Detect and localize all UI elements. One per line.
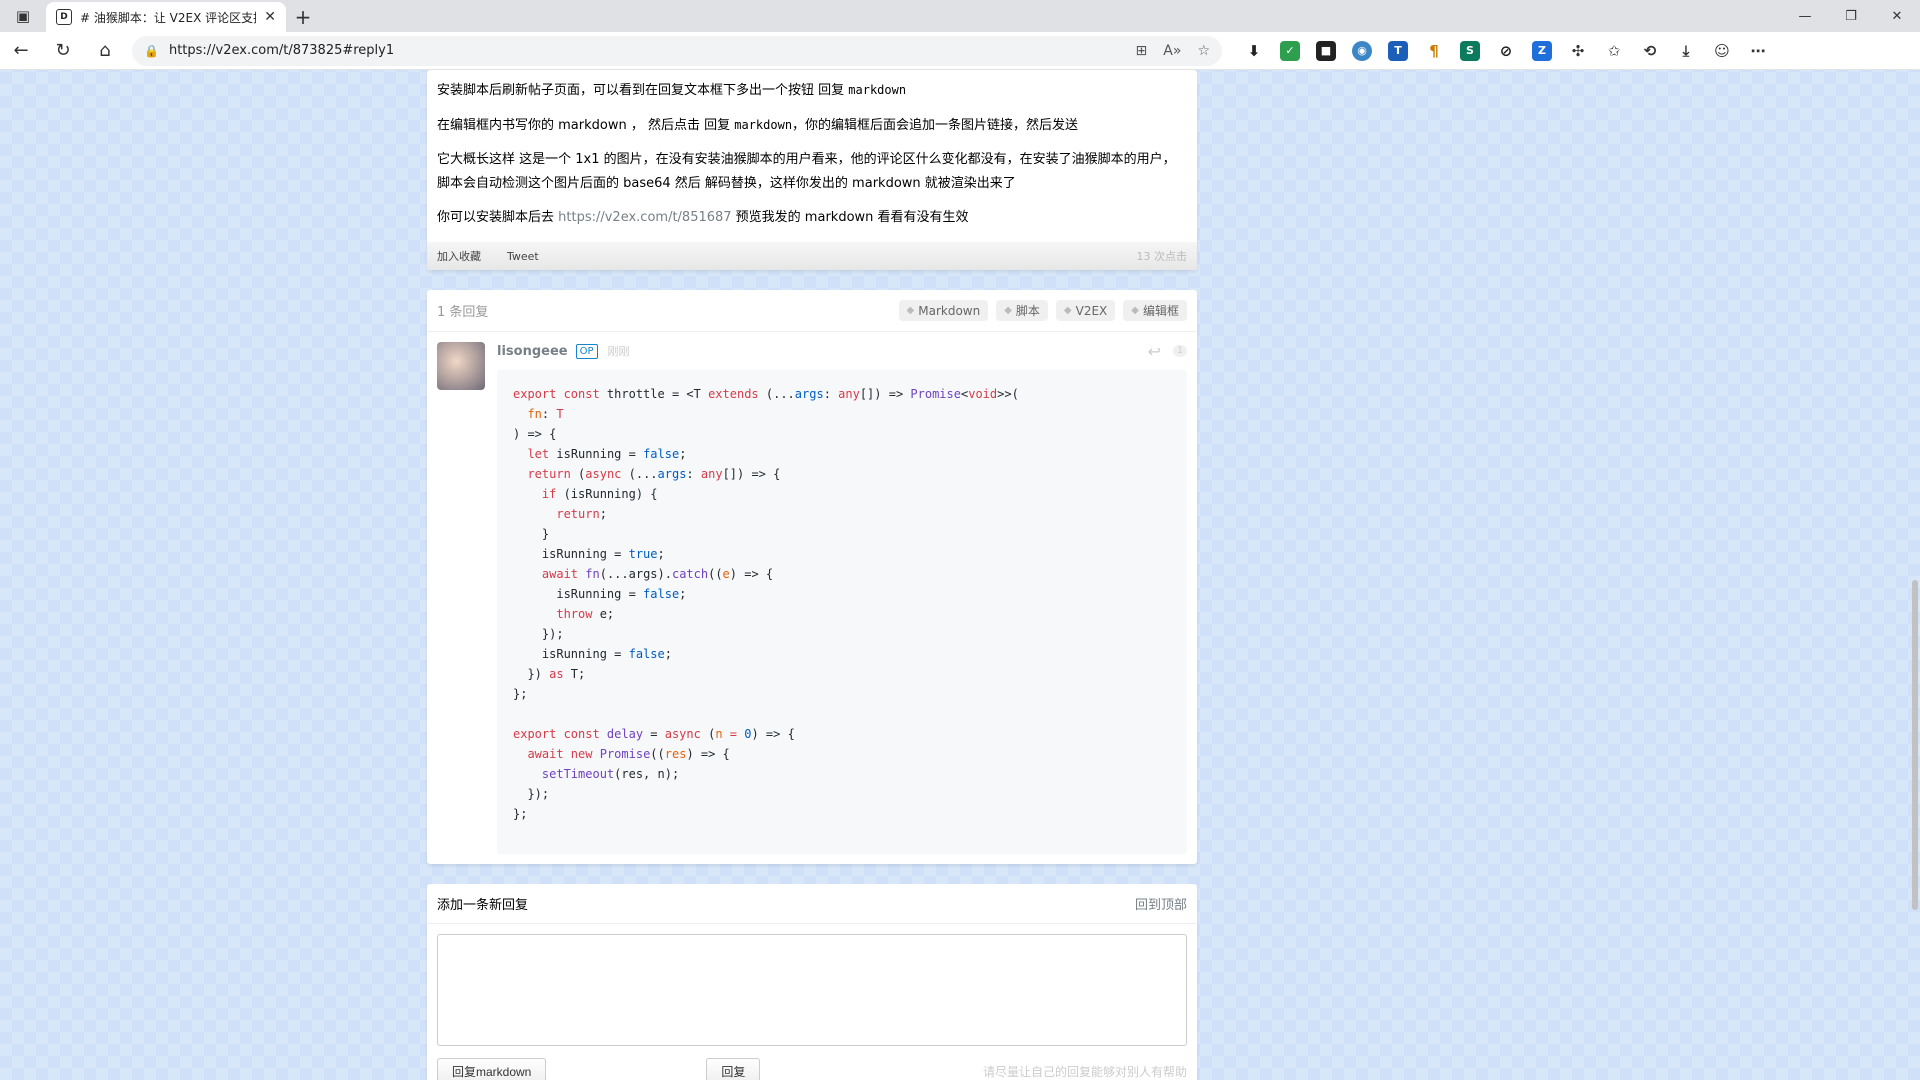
reply-count: 1 条回复 — [437, 305, 489, 320]
history-icon[interactable]: ⟲ — [1640, 41, 1660, 61]
download-arrow-icon[interactable]: ⬇ — [1244, 41, 1264, 61]
tag-label: 编辑框 — [1142, 304, 1179, 318]
tag-icon: ◆ — [1063, 305, 1072, 316]
more-icon[interactable]: ⋯ — [1748, 41, 1768, 61]
download-icon[interactable]: ⤓ — [1676, 41, 1696, 61]
sidebar-icon[interactable]: ▣ — [0, 0, 46, 32]
reply-button[interactable]: 回复 — [706, 1057, 761, 1080]
extension-z-icon[interactable]: Z — [1532, 40, 1552, 61]
tag-label: V2EX — [1075, 303, 1108, 318]
tag-script[interactable]: ◆ 脚本 — [996, 300, 1048, 321]
reply-body: lisongeee OP 刚刚 ↩ 1 export const throttl… — [497, 342, 1187, 854]
tab-title: # 油猴脚本：让 V2EX 评论区支持 — [80, 10, 257, 25]
tag-editor[interactable]: ◆ 编辑框 — [1123, 300, 1187, 321]
lock-icon[interactable]: 🔒 — [144, 44, 159, 58]
reply-meta: lisongeee OP 刚刚 ↩ 1 — [497, 342, 1187, 361]
reply-item: lisongeee OP 刚刚 ↩ 1 export const throttl… — [427, 332, 1197, 864]
reply-hint: 请尽量让自己的回复能够对别人有帮助 — [982, 1064, 1187, 1079]
tag-markdown[interactable]: ◆ Markdown — [898, 300, 989, 321]
tweet-button[interactable]: Tweet — [507, 250, 539, 263]
extension-translate-icon[interactable]: T — [1388, 40, 1408, 61]
topic-paragraph: 在编辑框内书写你的 markdown ， 然后点击 回复 markdown，你的… — [437, 113, 1187, 138]
back-to-top-link[interactable]: 回到顶部 — [1135, 894, 1187, 913]
extension-shield-icon[interactable]: ✓ — [1280, 40, 1300, 61]
minimize-icon[interactable]: — — [1782, 0, 1828, 32]
extension-badge-icon[interactable]: ■ — [1316, 40, 1336, 61]
new-reply-title: 添加一条新回复 — [437, 898, 529, 913]
op-badge: OP — [575, 343, 598, 359]
browser-tabbar: ▣ D # 油猴脚本：让 V2EX 评论区支持 ✕ + — ❐ ✕ — [0, 0, 1920, 32]
extension-icons: ⬇ ✓ ■ ◉ T ¶ S ⊘ Z ✣ ✩ ⟲ ⤓ ☺ ⋯ — [1244, 40, 1768, 61]
home-icon[interactable]: ⌂ — [84, 32, 126, 70]
extensions-puzzle-icon[interactable]: ✣ — [1568, 41, 1588, 61]
extension-fox-icon[interactable]: ◉ — [1352, 40, 1372, 61]
favorite-button[interactable]: 加入收藏 — [437, 248, 481, 264]
extension-s-icon[interactable]: S — [1460, 40, 1480, 61]
close-icon[interactable]: ✕ — [264, 9, 276, 25]
topic-footer: 加入收藏 Tweet 13 次点击 — [427, 242, 1197, 270]
refresh-icon[interactable]: ↻ — [42, 32, 84, 70]
inline-code: markdown — [734, 118, 793, 132]
apps-icon[interactable]: ⊞ — [1136, 43, 1148, 59]
reply-username[interactable]: lisongeee — [497, 344, 568, 359]
paragraph-text: 它大概长这样 这是一个 1x1 的图片，在没有安装油猴脚本的用户看来，他的评论区… — [437, 152, 1176, 191]
window-controls: — ❐ ✕ — [1782, 0, 1920, 32]
browser-toolbar: ← ↻ ⌂ 🔒 https://v2ex.com/t/873825#reply1… — [0, 32, 1920, 70]
paragraph-text: 你可以安装脚本后去 — [437, 210, 559, 225]
reply-time: 刚刚 — [607, 345, 630, 358]
url-text[interactable]: https://v2ex.com/t/873825#reply1 — [169, 43, 1126, 58]
replies-header: 1 条回复 ◆ Markdown ◆ 脚本 ◆ V2EX ◆ 编辑框 — [427, 290, 1197, 332]
topic-content: 安装脚本后刷新帖子页面，可以看到在回复文本框下多出一个按钮 回复 markdow… — [427, 70, 1197, 242]
extension-paragraph-icon[interactable]: ¶ — [1424, 41, 1444, 61]
tag-icon: ◆ — [1004, 305, 1012, 316]
reply-textarea[interactable] — [437, 934, 1187, 1046]
browser-tab[interactable]: D # 油猴脚本：让 V2EX 评论区支持 ✕ — [46, 2, 286, 32]
topic-paragraph: 它大概长这样 这是一个 1x1 的图片，在没有安装油猴脚本的用户看来，他的评论区… — [437, 148, 1187, 196]
page-scrollbar[interactable] — [1912, 580, 1918, 910]
floor-number: 1 — [1173, 345, 1187, 357]
favorite-star-icon[interactable]: ☆ — [1197, 43, 1210, 59]
main-column: 安装脚本后刷新帖子页面，可以看到在回复文本框下多出一个按钮 回复 markdow… — [427, 70, 1197, 1080]
tag-icon: ◆ — [1131, 305, 1139, 316]
reply-arrow-icon[interactable]: ↩ — [1148, 342, 1161, 361]
code-block: export const throttle = <T extends (...a… — [497, 370, 1187, 854]
paragraph-text: 安装脚本后刷新帖子页面，可以看到在回复文本框下多出一个按钮 回复 — [437, 83, 849, 98]
topic-link[interactable]: https://v2ex.com/t/851687 — [558, 210, 731, 225]
v2ex-favicon-icon: D — [56, 9, 72, 25]
reply-markdown-button[interactable]: 回复markdown — [437, 1057, 547, 1080]
replies-box: 1 条回复 ◆ Markdown ◆ 脚本 ◆ V2EX ◆ 编辑框 lisongeee… — [427, 290, 1197, 864]
topic-paragraph: 你可以安装脚本后去 https://v2ex.com/t/851687 预览我发… — [437, 206, 1187, 230]
paragraph-text: 在编辑框内书写你的 markdown ， 然后点击 回复 — [437, 118, 735, 133]
favorites-icon[interactable]: ✩ — [1604, 41, 1624, 61]
plus-icon[interactable]: + — [286, 2, 320, 32]
avatar[interactable] — [437, 342, 485, 390]
restore-icon[interactable]: ❐ — [1828, 0, 1874, 32]
paragraph-text: 预览我发的 markdown 看看有没有生效 — [731, 210, 969, 225]
profile-icon[interactable]: ☺ — [1712, 41, 1732, 61]
topic-box: 安装脚本后刷新帖子页面，可以看到在回复文本框下多出一个按钮 回复 markdow… — [427, 70, 1197, 270]
back-icon[interactable]: ← — [0, 32, 42, 70]
address-bar[interactable]: 🔒 https://v2ex.com/t/873825#reply1 ⊞ A» … — [132, 35, 1222, 66]
topic-paragraph: 安装脚本后刷新帖子页面，可以看到在回复文本框下多出一个按钮 回复 markdow… — [437, 78, 1187, 103]
extension-block-icon[interactable]: ⊘ — [1496, 41, 1516, 61]
window-close-icon[interactable]: ✕ — [1874, 0, 1920, 32]
new-reply-header: 添加一条新回复 回到顶部 — [427, 884, 1197, 924]
read-aloud-icon[interactable]: A» — [1163, 43, 1181, 59]
tag-list: ◆ Markdown ◆ 脚本 ◆ V2EX ◆ 编辑框 — [898, 300, 1187, 321]
new-reply-box: 添加一条新回复 回到顶部 回复markdown 回复 请尽量让自己的回复能够对别… — [427, 884, 1197, 1080]
tag-v2ex[interactable]: ◆ V2EX — [1055, 300, 1116, 321]
tag-label: 脚本 — [1015, 304, 1040, 318]
reply-actions: 回复markdown 回复 请尽量让自己的回复能够对别人有帮助 — [427, 1056, 1197, 1080]
tag-label: Markdown — [918, 303, 981, 318]
click-count: 13 次点击 — [1136, 250, 1188, 263]
inline-code: markdown — [848, 83, 907, 97]
tag-icon: ◆ — [906, 305, 915, 316]
paragraph-text: ，你的编辑框后面会追加一条图片链接，然后发送 — [792, 118, 1079, 133]
